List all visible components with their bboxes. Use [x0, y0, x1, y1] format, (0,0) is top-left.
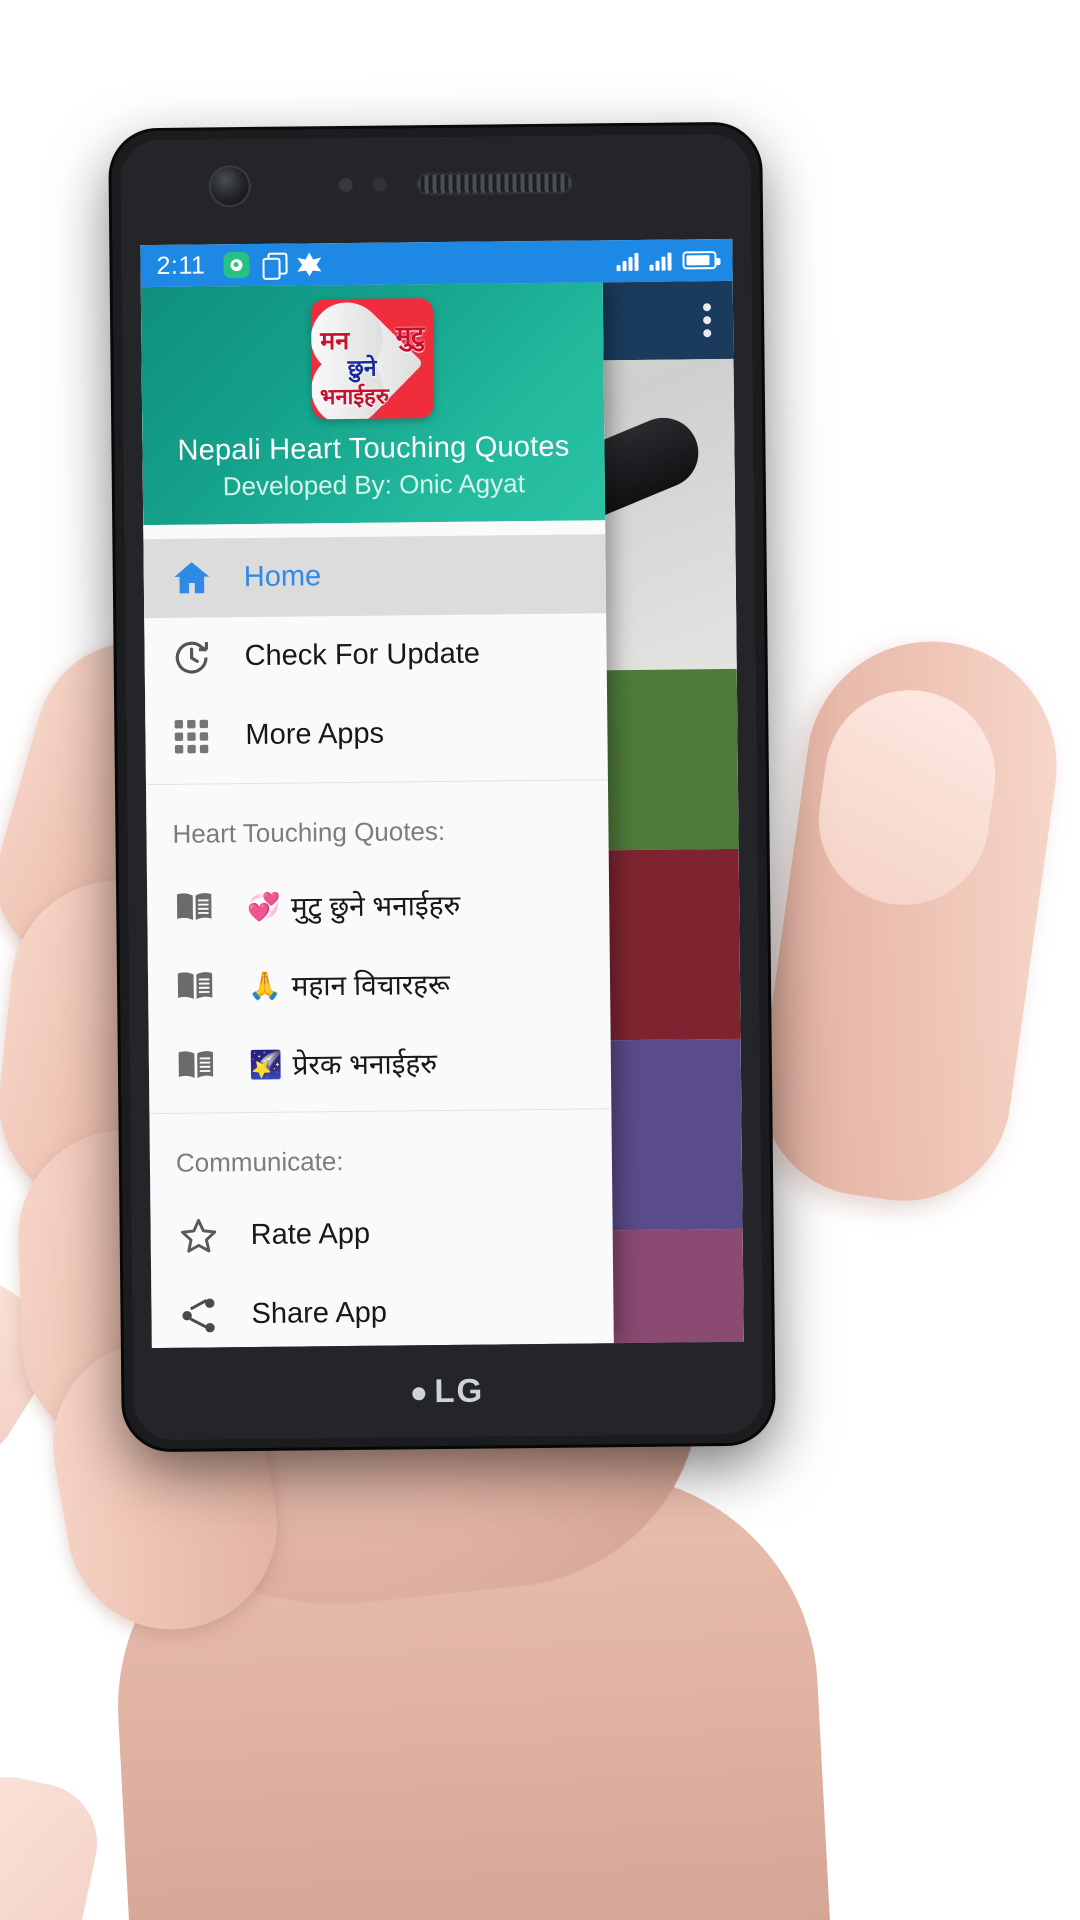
status-bar: 2:11: [140, 238, 733, 288]
brand-logo: LG: [412, 1372, 484, 1411]
kebab-menu-icon[interactable]: [702, 303, 712, 338]
status-bar-notification-icons: [223, 251, 321, 279]
proximity-sensor-icon: [338, 177, 353, 193]
drawer-item-more-apps[interactable]: More Apps: [145, 692, 608, 776]
drawer-item-home[interactable]: Home: [143, 534, 607, 619]
app-title: Nepali Heart Touching Quotes: [177, 430, 570, 467]
drawer-item-rate-app-label: Rate App: [250, 1217, 371, 1252]
earpiece-speaker: [416, 171, 573, 196]
drawer-item-quote-0[interactable]: 💞 मुटु छुने भनाईहरु: [147, 863, 610, 947]
drawer-item-check-for-update[interactable]: Check For Update: [144, 613, 607, 697]
phone-screen: sible विचारहरू App Policy: [140, 238, 744, 1349]
star-icon: [176, 1214, 250, 1259]
logo-text-1: मन: [320, 326, 350, 356]
update-icon: [170, 636, 244, 679]
book-icon: [174, 965, 248, 1008]
folded-hands-emoji-icon: 🙏: [247, 970, 282, 1001]
navigation-drawer: मन मुटु छुने भनाईहरु Nepali Heart Touchi…: [140, 282, 614, 1349]
copy-icon: [262, 253, 284, 277]
logo-text-3: छुने: [347, 354, 377, 381]
light-sensor-icon: [372, 177, 387, 192]
drawer-item-quote-2-label: 🌠 प्रेरक भनाईहरु: [249, 1044, 438, 1084]
shooting-star-emoji-icon: 🌠: [248, 1049, 283, 1080]
front-camera-icon: [210, 166, 249, 206]
app-logo: मन मुटु छुने भनाईहरु: [310, 298, 435, 420]
quote-0-text: मुटु छुने भनाईहरु: [290, 889, 461, 923]
signal-bars-1-icon: [616, 251, 639, 272]
home-icon: [170, 556, 244, 601]
status-bar-time: 2:11: [156, 250, 206, 280]
share-icon: [177, 1294, 251, 1337]
drawer-item-rate-app[interactable]: Rate App: [150, 1192, 613, 1276]
brand-logo-text: LG: [434, 1371, 485, 1410]
drawer-item-more-apps-label: More Apps: [245, 717, 385, 752]
status-bar-system-icons: [616, 250, 717, 272]
drawer-item-share-app[interactable]: Share App: [151, 1271, 614, 1348]
phone-bottom-bezel: LG: [132, 1341, 764, 1441]
recorder-icon: [223, 251, 250, 279]
signal-bars-2-icon: [649, 251, 672, 271]
hearts-emoji-icon: 💞: [247, 891, 282, 922]
drawer-item-home-label: Home: [243, 560, 322, 594]
drawer-item-quote-2[interactable]: 🌠 प्रेरक भनाईहरु: [148, 1021, 611, 1105]
drawer-item-quote-1-label: 🙏 महान विचारहरू: [248, 964, 450, 1004]
drawer-item-quote-0-label: 💞 मुटु छुने भनाईहरु: [247, 885, 460, 925]
drawer-section-communicate-title: Communicate:: [175, 1146, 344, 1178]
avast-icon: [297, 252, 321, 276]
quote-2-text: प्रेरक भनाईहरु: [292, 1047, 438, 1081]
book-icon: [175, 1044, 249, 1087]
app-developer: Developed By: Onic Agyat: [222, 468, 526, 502]
battery-icon: [682, 251, 717, 270]
quote-1-text: महान विचारहरू: [291, 968, 450, 1002]
logo-text-2: मुटु: [395, 320, 425, 351]
book-icon: [173, 886, 247, 929]
logo-text-4: भनाईहरु: [319, 383, 390, 410]
screenshot-stage: sible विचारहरू App Policy: [0, 0, 1080, 1920]
drawer-header: मन मुटु छुने भनाईहरु Nepali Heart Touchi…: [140, 282, 606, 526]
drawer-section-quotes-title: Heart Touching Quotes:: [172, 815, 446, 849]
drawer-item-check-for-update-label: Check For Update: [244, 637, 481, 673]
drawer-item-quote-1[interactable]: 🙏 महान विचारहरू: [148, 942, 611, 1026]
phone-device: sible विचारहरू App Policy: [111, 124, 773, 1450]
drawer-item-share-app-label: Share App: [251, 1296, 388, 1331]
phone-top-bezel: [120, 133, 752, 246]
apps-grid-icon: [171, 716, 245, 757]
